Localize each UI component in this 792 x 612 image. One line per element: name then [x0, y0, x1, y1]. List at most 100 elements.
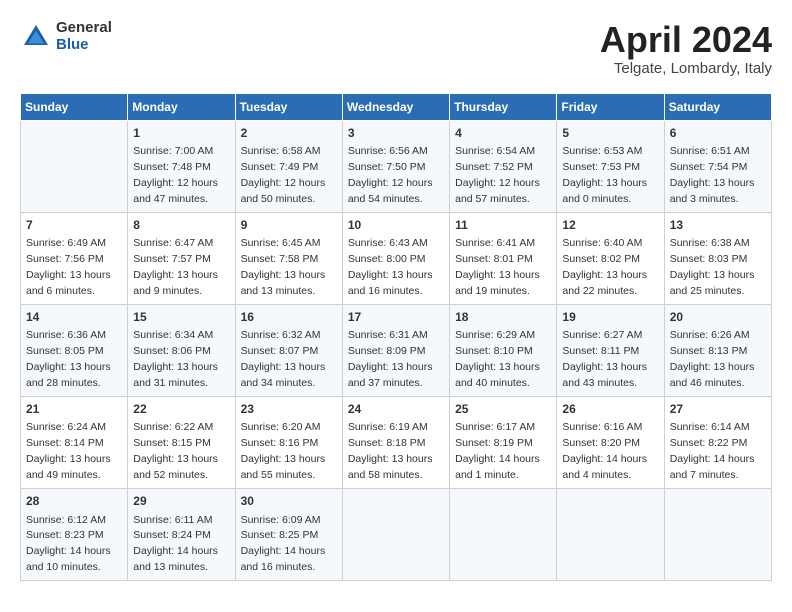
day-number: 1: [133, 125, 229, 142]
day-number: 14: [26, 309, 122, 326]
calendar-cell: [21, 120, 128, 212]
calendar-cell: 24 Sunrise: 6:19 AM Sunset: 8:18 PM Dayli…: [342, 397, 449, 489]
weekday-header-sunday: Sunday: [21, 93, 128, 120]
logo-text: General Blue: [56, 20, 112, 53]
day-info: Sunrise: 6:32 AM Sunset: 8:07 PM Dayligh…: [241, 329, 326, 389]
page-header: General Blue April 2024 Telgate, Lombard…: [20, 20, 772, 77]
day-number: 18: [455, 309, 551, 326]
calendar-cell: 6 Sunrise: 6:51 AM Sunset: 7:54 PM Daylig…: [664, 120, 771, 212]
calendar-cell: 19 Sunrise: 6:27 AM Sunset: 8:11 PM Dayli…: [557, 304, 664, 396]
day-info: Sunrise: 6:11 AM Sunset: 8:24 PM Dayligh…: [133, 514, 218, 574]
day-info: Sunrise: 6:24 AM Sunset: 8:14 PM Dayligh…: [26, 421, 111, 481]
day-number: 6: [670, 125, 766, 142]
logo-blue-text: Blue: [56, 37, 112, 54]
calendar-header: SundayMondayTuesdayWednesdayThursdayFrid…: [21, 93, 772, 120]
day-number: 27: [670, 401, 766, 418]
calendar-cell: 10 Sunrise: 6:43 AM Sunset: 8:00 PM Dayli…: [342, 212, 449, 304]
calendar-cell: 15 Sunrise: 6:34 AM Sunset: 8:06 PM Dayli…: [128, 304, 235, 396]
calendar-cell: 27 Sunrise: 6:14 AM Sunset: 8:22 PM Dayli…: [664, 397, 771, 489]
day-info: Sunrise: 6:19 AM Sunset: 8:18 PM Dayligh…: [348, 421, 433, 481]
day-number: 17: [348, 309, 444, 326]
calendar-cell: 23 Sunrise: 6:20 AM Sunset: 8:16 PM Dayli…: [235, 397, 342, 489]
day-info: Sunrise: 6:38 AM Sunset: 8:03 PM Dayligh…: [670, 237, 755, 297]
day-number: 13: [670, 217, 766, 234]
day-number: 10: [348, 217, 444, 234]
calendar-table: SundayMondayTuesdayWednesdayThursdayFrid…: [20, 93, 772, 582]
calendar-cell: 25 Sunrise: 6:17 AM Sunset: 8:19 PM Dayli…: [450, 397, 557, 489]
calendar-cell: 7 Sunrise: 6:49 AM Sunset: 7:56 PM Daylig…: [21, 212, 128, 304]
calendar-cell: [557, 489, 664, 581]
calendar-cell: 2 Sunrise: 6:58 AM Sunset: 7:49 PM Daylig…: [235, 120, 342, 212]
calendar-cell: 3Sunrise: 6:56 AM Sunset: 7:50 PM Daylig…: [342, 120, 449, 212]
weekday-header-monday: Monday: [128, 93, 235, 120]
day-number: 2: [241, 125, 337, 142]
day-number: 8: [133, 217, 229, 234]
calendar-location: Telgate, Lombardy, Italy: [600, 60, 772, 77]
day-info: Sunrise: 6:29 AM Sunset: 8:10 PM Dayligh…: [455, 329, 540, 389]
day-info: Sunrise: 6:17 AM Sunset: 8:19 PM Dayligh…: [455, 421, 540, 481]
day-number: 22: [133, 401, 229, 418]
day-info: Sunrise: 6:54 AM Sunset: 7:52 PM Dayligh…: [455, 145, 540, 205]
calendar-cell: 30Sunrise: 6:09 AM Sunset: 8:25 PM Dayli…: [235, 489, 342, 581]
day-number: 29: [133, 493, 229, 510]
calendar-cell: 9Sunrise: 6:45 AM Sunset: 7:58 PM Daylig…: [235, 212, 342, 304]
weekday-header-thursday: Thursday: [450, 93, 557, 120]
day-info: Sunrise: 6:22 AM Sunset: 8:15 PM Dayligh…: [133, 421, 218, 481]
calendar-week-row: 7 Sunrise: 6:49 AM Sunset: 7:56 PM Daylig…: [21, 212, 772, 304]
day-number: 20: [670, 309, 766, 326]
day-info: Sunrise: 6:43 AM Sunset: 8:00 PM Dayligh…: [348, 237, 433, 297]
calendar-week-row: 14 Sunrise: 6:36 AM Sunset: 8:05 PM Dayli…: [21, 304, 772, 396]
title-block: April 2024 Telgate, Lombardy, Italy: [600, 20, 772, 77]
day-info: Sunrise: 6:31 AM Sunset: 8:09 PM Dayligh…: [348, 329, 433, 389]
calendar-cell: 12 Sunrise: 6:40 AM Sunset: 8:02 PM Dayli…: [557, 212, 664, 304]
day-info: Sunrise: 6:36 AM Sunset: 8:05 PM Dayligh…: [26, 329, 111, 389]
day-number: 24: [348, 401, 444, 418]
day-info: Sunrise: 6:51 AM Sunset: 7:54 PM Dayligh…: [670, 145, 755, 205]
calendar-cell: 22 Sunrise: 6:22 AM Sunset: 8:15 PM Dayli…: [128, 397, 235, 489]
calendar-cell: 18 Sunrise: 6:29 AM Sunset: 8:10 PM Dayli…: [450, 304, 557, 396]
day-info: Sunrise: 6:40 AM Sunset: 8:02 PM Dayligh…: [562, 237, 647, 297]
day-info: Sunrise: 6:27 AM Sunset: 8:11 PM Dayligh…: [562, 329, 647, 389]
day-number: 9: [241, 217, 337, 234]
weekday-header-friday: Friday: [557, 93, 664, 120]
weekday-header-wednesday: Wednesday: [342, 93, 449, 120]
day-number: 25: [455, 401, 551, 418]
day-info: Sunrise: 7:00 AM Sunset: 7:48 PM Dayligh…: [133, 145, 218, 205]
day-number: 3: [348, 125, 444, 142]
day-number: 19: [562, 309, 658, 326]
day-number: 7: [26, 217, 122, 234]
day-info: Sunrise: 6:41 AM Sunset: 8:01 PM Dayligh…: [455, 237, 540, 297]
day-info: Sunrise: 6:12 AM Sunset: 8:23 PM Dayligh…: [26, 514, 111, 574]
weekday-header-row: SundayMondayTuesdayWednesdayThursdayFrid…: [21, 93, 772, 120]
day-number: 21: [26, 401, 122, 418]
day-info: Sunrise: 6:20 AM Sunset: 8:16 PM Dayligh…: [241, 421, 326, 481]
day-info: Sunrise: 6:16 AM Sunset: 8:20 PM Dayligh…: [562, 421, 647, 481]
day-info: Sunrise: 6:14 AM Sunset: 8:22 PM Dayligh…: [670, 421, 755, 481]
day-info: Sunrise: 6:58 AM Sunset: 7:49 PM Dayligh…: [241, 145, 326, 205]
calendar-title: April 2024: [600, 20, 772, 60]
day-number: 16: [241, 309, 337, 326]
weekday-header-tuesday: Tuesday: [235, 93, 342, 120]
calendar-cell: [450, 489, 557, 581]
calendar-week-row: 1 Sunrise: 7:00 AM Sunset: 7:48 PM Daylig…: [21, 120, 772, 212]
calendar-body: 1 Sunrise: 7:00 AM Sunset: 7:48 PM Daylig…: [21, 120, 772, 581]
logo: General Blue: [20, 20, 112, 53]
calendar-cell: 17 Sunrise: 6:31 AM Sunset: 8:09 PM Dayli…: [342, 304, 449, 396]
day-info: Sunrise: 6:47 AM Sunset: 7:57 PM Dayligh…: [133, 237, 218, 297]
day-info: Sunrise: 6:49 AM Sunset: 7:56 PM Dayligh…: [26, 237, 111, 297]
calendar-cell: 14 Sunrise: 6:36 AM Sunset: 8:05 PM Dayli…: [21, 304, 128, 396]
day-number: 23: [241, 401, 337, 418]
calendar-cell: 26Sunrise: 6:16 AM Sunset: 8:20 PM Dayli…: [557, 397, 664, 489]
calendar-week-row: 21 Sunrise: 6:24 AM Sunset: 8:14 PM Dayli…: [21, 397, 772, 489]
day-info: Sunrise: 6:09 AM Sunset: 8:25 PM Dayligh…: [241, 514, 326, 574]
calendar-cell: 4 Sunrise: 6:54 AM Sunset: 7:52 PM Daylig…: [450, 120, 557, 212]
day-number: 4: [455, 125, 551, 142]
calendar-cell: 1 Sunrise: 7:00 AM Sunset: 7:48 PM Daylig…: [128, 120, 235, 212]
day-number: 11: [455, 217, 551, 234]
calendar-cell: 13 Sunrise: 6:38 AM Sunset: 8:03 PM Dayli…: [664, 212, 771, 304]
calendar-cell: 29 Sunrise: 6:11 AM Sunset: 8:24 PM Dayli…: [128, 489, 235, 581]
day-number: 12: [562, 217, 658, 234]
calendar-cell: 28Sunrise: 6:12 AM Sunset: 8:23 PM Dayli…: [21, 489, 128, 581]
day-number: 15: [133, 309, 229, 326]
day-info: Sunrise: 6:34 AM Sunset: 8:06 PM Dayligh…: [133, 329, 218, 389]
